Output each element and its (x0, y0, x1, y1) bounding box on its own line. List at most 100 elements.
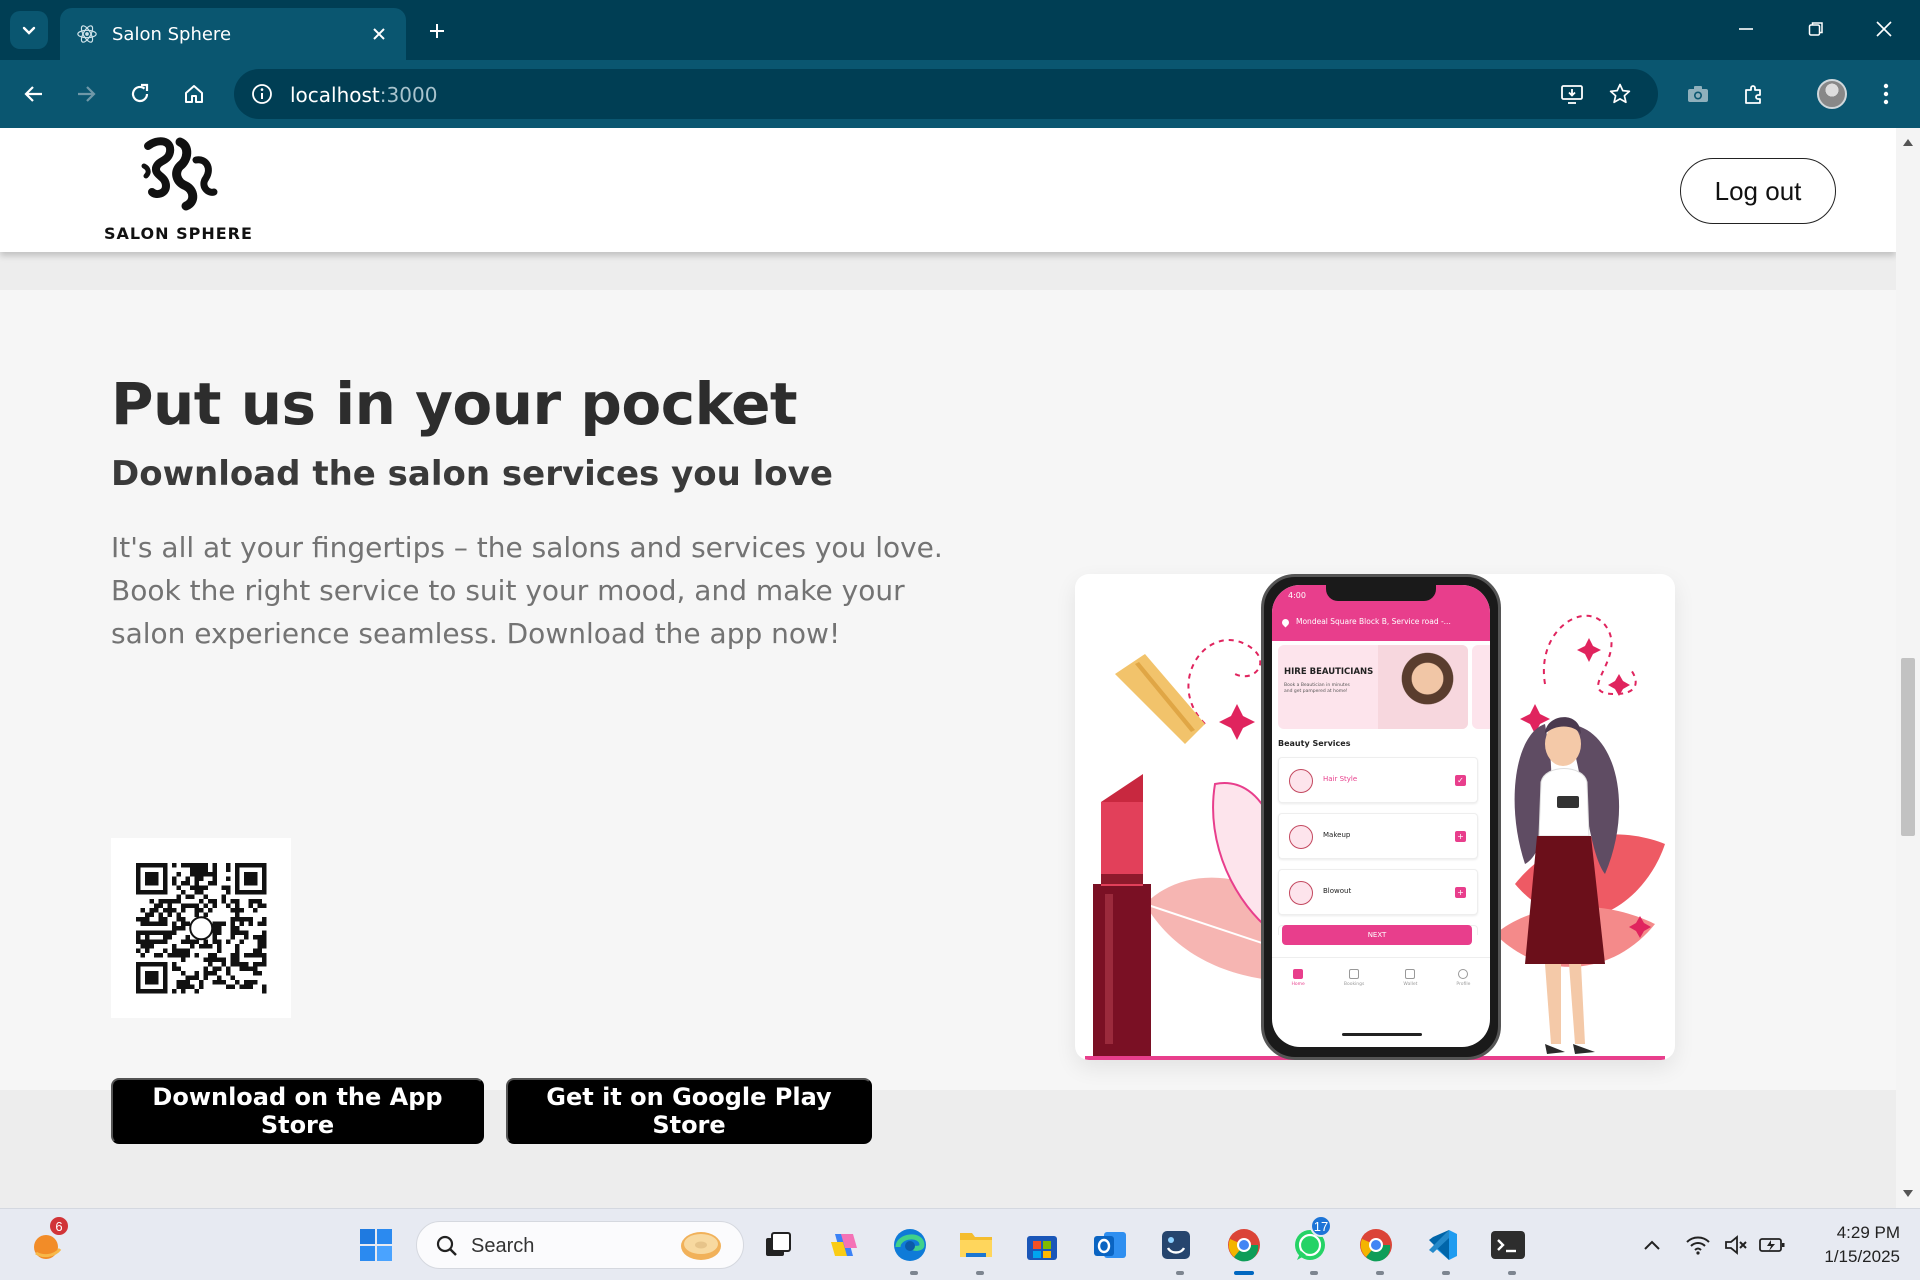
search-icon (436, 1235, 457, 1256)
download-app-section: Put us in your pocket Download the salon… (0, 290, 1896, 1144)
running-indicator (1376, 1271, 1384, 1275)
qr-whatsapp-logo (189, 916, 214, 941)
start-button[interactable] (356, 1225, 396, 1265)
bookings-icon (1349, 968, 1360, 979)
more-vertical-icon (1883, 83, 1889, 105)
qr-code-image (136, 863, 267, 994)
back-button[interactable] (14, 74, 54, 114)
home-icon (185, 85, 203, 103)
store-button[interactable] (1022, 1225, 1062, 1265)
screenshot-camera-icon[interactable] (1678, 74, 1718, 114)
minimize-button[interactable] (1716, 8, 1776, 50)
phone-nav-item[interactable]: Profile (1456, 968, 1471, 987)
snipping-tool-button[interactable] (1156, 1225, 1196, 1265)
chrome-profile-button[interactable] (1356, 1225, 1396, 1265)
profile-avatar[interactable] (1812, 74, 1852, 114)
battery-charging-icon (1759, 1238, 1785, 1252)
service-row[interactable]: Makeup + (1278, 813, 1478, 859)
tab-title: Salon Sphere (112, 23, 232, 45)
arrow-left-icon (24, 86, 42, 102)
scrollbar-thumb[interactable] (1901, 658, 1915, 836)
scroll-up-arrow-icon[interactable] (1902, 136, 1914, 148)
running-indicator (1508, 1271, 1516, 1275)
page-scrollbar[interactable] (1896, 128, 1920, 1208)
active-running-indicator (1234, 1271, 1254, 1275)
vscode-button[interactable] (1422, 1225, 1462, 1265)
chevron-up-icon (1644, 1240, 1660, 1250)
tab-search-button[interactable] (10, 11, 48, 49)
task-view-button[interactable] (758, 1225, 798, 1265)
browser-menu-button[interactable] (1866, 74, 1906, 114)
copilot-icon (831, 1234, 857, 1256)
file-explorer-button[interactable] (956, 1225, 996, 1265)
minimize-icon (1739, 28, 1753, 30)
wifi-status[interactable] (1678, 1225, 1718, 1265)
close-window-button[interactable] (1854, 8, 1914, 50)
battery-status[interactable] (1752, 1225, 1792, 1265)
system-clock[interactable]: 4:29 PM 1/15/2025 (1796, 1221, 1900, 1269)
restore-icon (1808, 22, 1823, 36)
running-indicator (1176, 1271, 1184, 1275)
phone-nav-item[interactable]: Wallet (1403, 968, 1417, 987)
beautician-photo (1378, 645, 1468, 729)
taskbar-search[interactable]: Search (416, 1221, 744, 1269)
new-tab-button[interactable] (420, 14, 454, 48)
volume-status[interactable] (1716, 1225, 1756, 1265)
google-play-button[interactable]: Get it on Google Play Store (506, 1078, 872, 1144)
scroll-down-arrow-icon[interactable] (1902, 1188, 1914, 1200)
service-icon (1289, 881, 1313, 905)
chevron-down-icon (22, 26, 36, 35)
salon-sphere-logo[interactable]: SALON SPHERE (100, 136, 270, 244)
browser-tab-bar: Salon Sphere (0, 0, 1920, 60)
outlook-button[interactable] (1090, 1225, 1130, 1265)
whatsapp-button[interactable]: 17 (1290, 1215, 1332, 1265)
phone-nav-item[interactable]: Bookings (1343, 968, 1365, 987)
add-checkbox-icon[interactable]: + (1455, 831, 1466, 842)
url-text[interactable]: localhost:3000 (290, 83, 437, 107)
running-indicator (1442, 1271, 1450, 1275)
banner-title: HIRE BEAUTICIANS (1284, 667, 1374, 677)
add-checkbox-icon[interactable]: + (1455, 887, 1466, 898)
terminal-button[interactable] (1488, 1225, 1528, 1265)
extensions-puzzle-icon[interactable] (1734, 74, 1774, 114)
chrome-button[interactable] (1224, 1225, 1264, 1265)
checked-checkbox-icon[interactable]: ✓ (1455, 775, 1466, 786)
clock-time: 4:29 PM (1836, 1223, 1900, 1242)
site-info-icon[interactable] (246, 78, 278, 110)
service-label: Blowout (1323, 887, 1352, 895)
phone-nav-label: Bookings (1343, 981, 1365, 987)
weather-widget[interactable]: 6 (28, 1215, 70, 1265)
section-title: Put us in your pocket (111, 370, 798, 438)
edge-button[interactable] (890, 1225, 930, 1265)
reload-button[interactable] (120, 74, 160, 114)
home-button[interactable] (174, 74, 214, 114)
phone-nav-label: Profile (1456, 981, 1471, 987)
phone-nav-item[interactable]: Home (1292, 968, 1305, 987)
address-bar[interactable]: localhost:3000 (234, 69, 1658, 119)
active-tab[interactable]: Salon Sphere (60, 8, 406, 60)
service-row[interactable]: Hair Style ✓ (1278, 757, 1478, 803)
phone-screen: 4:00 Mondeal Square Block B, Service roa… (1272, 585, 1490, 1047)
restore-button[interactable] (1786, 8, 1846, 50)
service-label: Makeup (1323, 831, 1351, 839)
reload-icon (131, 83, 149, 103)
logout-button[interactable]: Log out (1680, 158, 1836, 224)
show-hidden-icons-button[interactable] (1632, 1225, 1672, 1265)
install-app-icon[interactable] (1556, 78, 1588, 110)
service-icon (1289, 825, 1313, 849)
forward-button[interactable] (66, 74, 106, 114)
folder-icon (960, 1233, 992, 1257)
section-subtitle: Download the salon services you love (111, 454, 833, 494)
phone-mockup: 4:00 Mondeal Square Block B, Service roa… (1261, 574, 1501, 1060)
close-tab-icon[interactable] (366, 21, 392, 47)
home-icon (1293, 968, 1304, 979)
bookmark-star-icon[interactable] (1604, 78, 1636, 110)
weather-badge: 6 (48, 1215, 70, 1237)
copilot-button[interactable] (824, 1225, 864, 1265)
service-row[interactable]: Blowout + (1278, 869, 1478, 915)
arrow-right-icon (78, 86, 96, 102)
app-store-button[interactable]: Download on the App Store (111, 1078, 484, 1144)
phone-next-button[interactable]: NEXT (1282, 925, 1472, 945)
home-indicator (1342, 1033, 1422, 1036)
running-indicator (976, 1271, 984, 1275)
